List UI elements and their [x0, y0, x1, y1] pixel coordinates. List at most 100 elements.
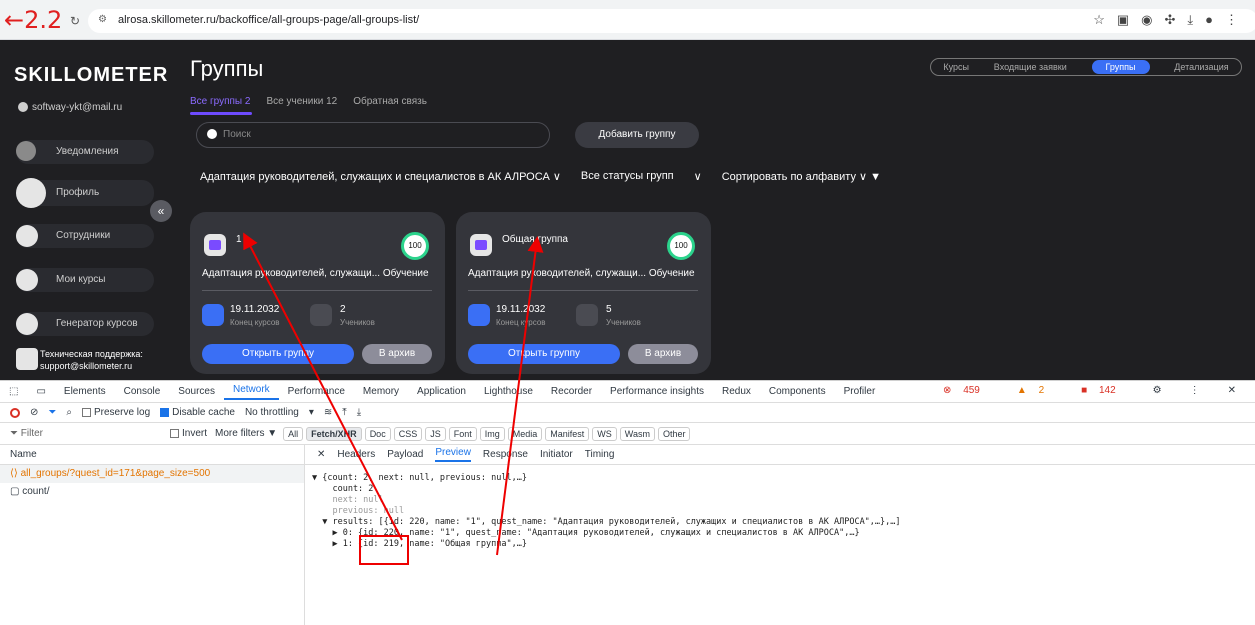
issue-count[interactable]: ■ 142: [1072, 385, 1134, 396]
warning-count[interactable]: ▲ 2: [1008, 385, 1062, 396]
support-contact[interactable]: Техническая поддержка: support@skillomet…: [40, 348, 143, 372]
chip-wasm[interactable]: Wasm: [619, 426, 655, 441]
tab-preview[interactable]: Preview: [435, 447, 471, 462]
browser-actions: ☆ ▣ ◉ ✣ ⤓ ● ⋮: [1093, 12, 1238, 28]
tab-incoming[interactable]: Входящие заявки: [994, 62, 1067, 72]
tab-timing[interactable]: Timing: [585, 449, 615, 460]
tab-response[interactable]: Response: [483, 449, 528, 460]
profile-icon[interactable]: ●: [1205, 12, 1213, 28]
puzzle-icon[interactable]: ✣: [1164, 12, 1175, 28]
archive-button[interactable]: В архив: [362, 344, 432, 364]
name-column-header[interactable]: Name: [0, 445, 305, 465]
extension-icon-2[interactable]: ◉: [1141, 12, 1152, 28]
chip-manifest[interactable]: Manifest: [545, 426, 590, 441]
preview-line[interactable]: ▶ 0: {id: 220, name: "1", quest_name: "А…: [312, 528, 1242, 539]
inspect-icon[interactable]: ⬚: [0, 386, 27, 397]
tab-components[interactable]: Components: [760, 386, 835, 397]
chip-media[interactable]: Media: [507, 426, 543, 441]
download-icon[interactable]: ⤓: [1187, 12, 1193, 28]
tab-courses[interactable]: Курсы: [943, 62, 969, 72]
tab-console[interactable]: Console: [115, 386, 170, 397]
chip-other[interactable]: Other: [657, 426, 691, 441]
preview-line[interactable]: ▶ 1: {id: 219, name: "Общая группа",…}: [312, 539, 1242, 550]
sidebar-item-notifications[interactable]: Уведомления: [16, 140, 154, 164]
star-icon[interactable]: ☆: [1093, 12, 1105, 28]
device-toolbar-icon[interactable]: ▭: [27, 386, 54, 397]
filter-input[interactable]: ⏷ Filter: [10, 428, 170, 439]
subtab-all-students[interactable]: Все ученики 12: [266, 96, 337, 107]
calendar-icon: [468, 304, 490, 326]
chip-img[interactable]: Img: [479, 426, 505, 441]
tab-network[interactable]: Network: [223, 384, 279, 400]
active-subtab-indicator: [190, 112, 252, 115]
record-icon[interactable]: [10, 407, 20, 418]
tab-initiator[interactable]: Initiator: [540, 449, 573, 460]
tab-profiler[interactable]: Profiler: [835, 386, 885, 397]
tab-lighthouse[interactable]: Lighthouse: [475, 386, 542, 397]
download-icon[interactable]: ⤓: [357, 407, 361, 418]
open-group-button[interactable]: Открыть группу: [468, 344, 620, 364]
close-icon[interactable]: ✕: [1219, 385, 1245, 396]
search-icon[interactable]: ⌕: [66, 407, 72, 418]
chevron-down-icon[interactable]: ∨: [694, 170, 702, 183]
extension-icon[interactable]: ▣: [1117, 12, 1129, 28]
tab-payload[interactable]: Payload: [387, 449, 423, 460]
subtab-all-groups[interactable]: Все группы 2: [190, 96, 250, 107]
search-input[interactable]: Поиск: [196, 122, 550, 148]
add-group-button[interactable]: Добавить группу: [575, 122, 699, 148]
upload-icon[interactable]: ⤒: [342, 407, 346, 418]
chip-fetch-xhr[interactable]: Fetch/XHR: [306, 426, 362, 441]
group-card[interactable]: Общая группа 100 Адаптация руководителей…: [456, 212, 711, 374]
preview-line[interactable]: ▼ results: [{id: 220, name: "1", quest_n…: [312, 517, 1242, 528]
course-filter[interactable]: Адаптация руководителей, служащих и спец…: [200, 170, 561, 183]
tab-redux[interactable]: Redux: [713, 386, 760, 397]
preview-line[interactable]: ▼ {count: 2, next: null, previous: null,…: [312, 473, 1242, 484]
tab-groups[interactable]: Группы: [1091, 60, 1150, 74]
chevron-down-icon[interactable]: ▾: [309, 407, 314, 418]
logo: SKILLOMETER: [14, 64, 169, 86]
disable-cache-checkbox[interactable]: Disable cache: [160, 407, 235, 418]
chip-css[interactable]: CSS: [393, 426, 423, 441]
sort-filter[interactable]: Сортировать по алфавиту ∨ ▼: [722, 170, 881, 183]
chip-js[interactable]: JS: [425, 426, 446, 441]
wifi-icon[interactable]: ≋: [324, 407, 332, 418]
group-card[interactable]: 1 100 Адаптация руководителей, служащи..…: [190, 212, 445, 374]
settings-icon[interactable]: ⚙: [1144, 385, 1171, 396]
tab-elements[interactable]: Elements: [55, 386, 115, 397]
invert-checkbox[interactable]: Invert: [170, 428, 207, 439]
chip-ws[interactable]: WS: [592, 426, 617, 441]
throttling-select[interactable]: No throttling: [245, 407, 299, 418]
error-count[interactable]: ⊗ 459: [934, 385, 998, 396]
address-bar[interactable]: ⚙ alrosa.skillometer.ru/backoffice/all-g…: [88, 9, 1255, 33]
tab-performance[interactable]: Performance: [279, 386, 354, 397]
site-info-icon[interactable]: ⚙: [98, 14, 107, 25]
tab-headers[interactable]: Headers: [337, 449, 375, 460]
status-filter[interactable]: Все статусы групп: [581, 170, 674, 183]
request-row[interactable]: ⟨⟩ all_groups/?quest_id=171&page_size=50…: [0, 465, 304, 483]
preserve-log-checkbox[interactable]: Preserve log: [82, 407, 150, 418]
tab-performance-insights[interactable]: Performance insights: [601, 386, 713, 397]
close-icon[interactable]: ✕: [317, 449, 325, 460]
more-icon[interactable]: ⋮: [1181, 385, 1209, 396]
filter-icon[interactable]: ⏷: [48, 407, 56, 418]
clear-icon[interactable]: ⊘: [30, 407, 38, 418]
reload-icon[interactable]: ↻: [70, 14, 80, 28]
back-forward-annotation[interactable]: ←2.2: [4, 6, 62, 34]
tab-memory[interactable]: Memory: [354, 386, 408, 397]
chip-doc[interactable]: Doc: [364, 426, 391, 441]
chip-font[interactable]: Font: [448, 426, 477, 441]
divider: [202, 290, 432, 291]
menu-icon[interactable]: ⋮: [1225, 12, 1238, 28]
subtab-feedback[interactable]: Обратная связь: [353, 96, 427, 107]
tab-application[interactable]: Application: [408, 386, 475, 397]
tab-details[interactable]: Детализация: [1174, 62, 1228, 72]
chip-all[interactable]: All: [283, 426, 304, 441]
group-name: 1: [236, 234, 242, 245]
more-filters[interactable]: More filters ▼: [215, 428, 277, 439]
archive-button[interactable]: В архив: [628, 344, 698, 364]
collapse-sidebar-button[interactable]: «: [150, 200, 172, 222]
open-group-button[interactable]: Открыть группу: [202, 344, 354, 364]
tab-recorder[interactable]: Recorder: [542, 386, 601, 397]
tab-sources[interactable]: Sources: [169, 386, 224, 397]
request-row[interactable]: ▢ count/: [0, 483, 304, 501]
